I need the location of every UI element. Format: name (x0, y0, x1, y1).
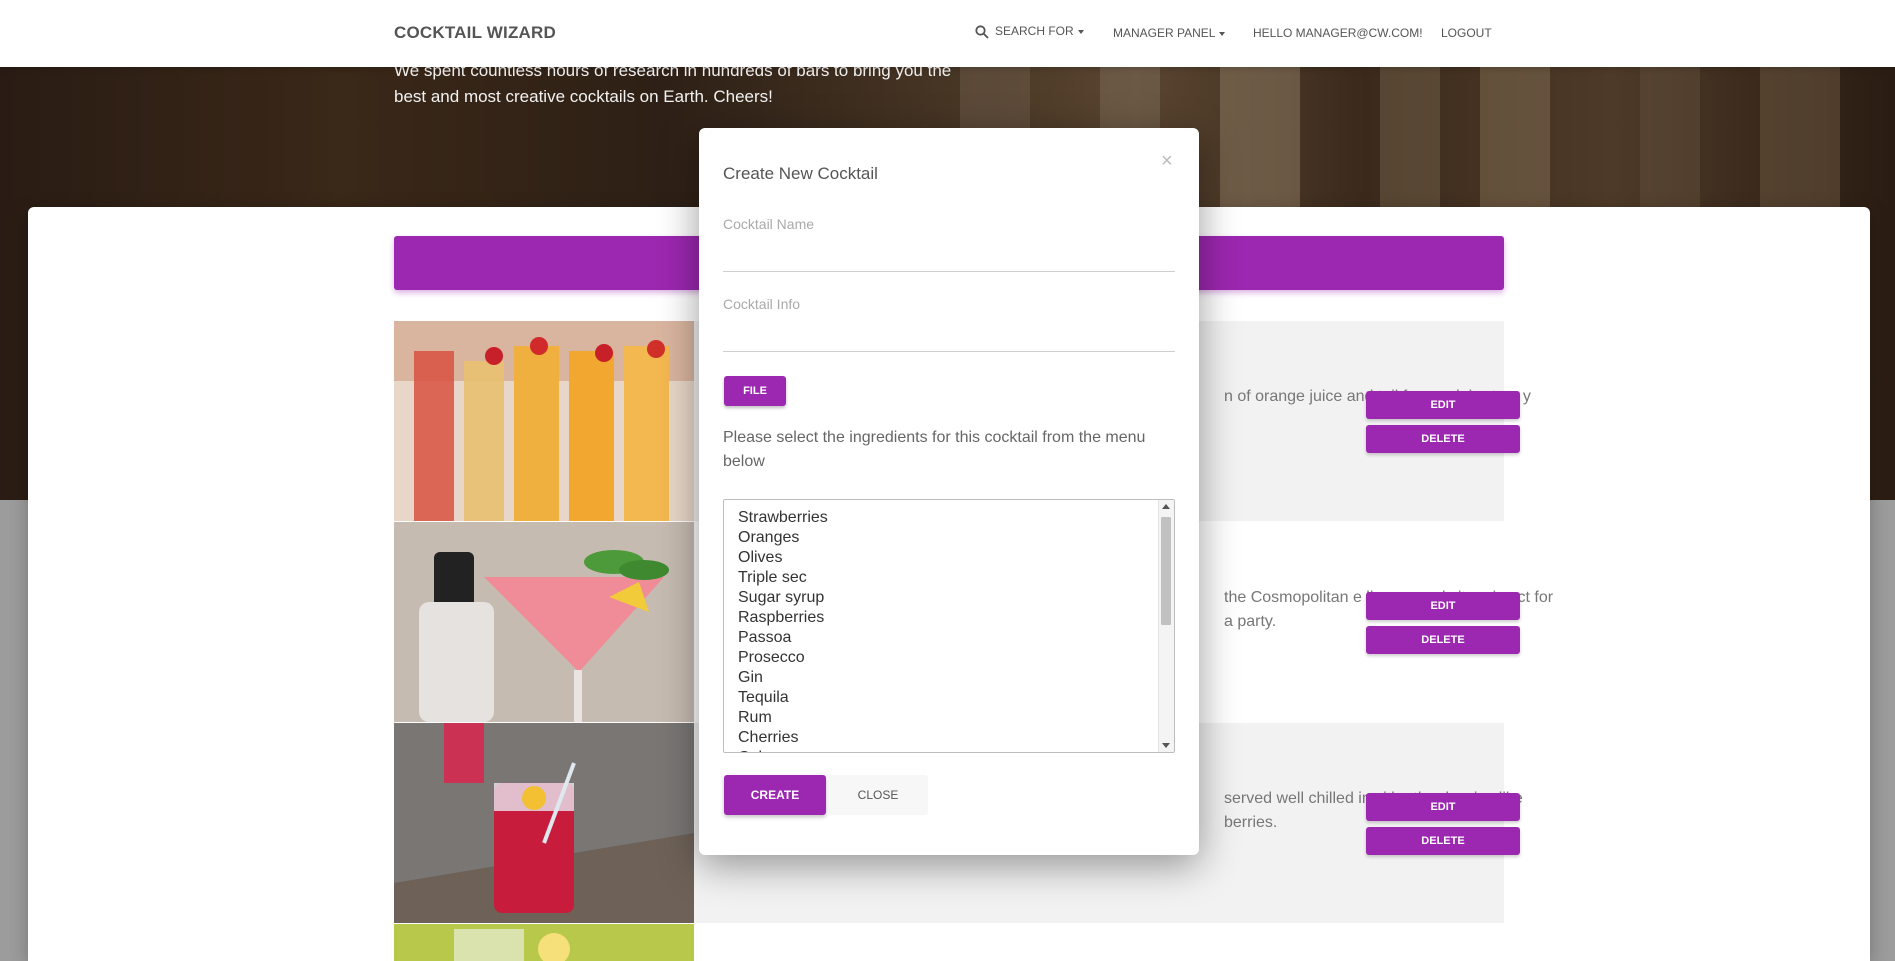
ingredient-option[interactable]: Rum (738, 708, 1174, 728)
cocktail-name-input[interactable] (723, 244, 1175, 272)
file-upload-button[interactable]: FILE (724, 376, 786, 406)
ingredients-listbox[interactable]: Strawberries Oranges Olives Triple sec Sugar… (723, 499, 1175, 753)
ingredient-option[interactable]: Raspberries (738, 608, 1174, 628)
ingredient-option[interactable]: Olives (738, 548, 1174, 568)
ingredient-option[interactable]: Gin (738, 668, 1174, 688)
scrollbar-thumb[interactable] (1161, 517, 1171, 625)
ingredient-option[interactable]: Passoa (738, 628, 1174, 648)
ingredients-list: Strawberries Oranges Olives Triple sec Sugar… (724, 500, 1174, 752)
listbox-scrollbar[interactable] (1158, 500, 1174, 752)
ingredient-option[interactable]: Tequila (738, 688, 1174, 708)
cocktail-info-input[interactable] (723, 324, 1175, 352)
cocktail-info-label: Cocktail Info (723, 296, 801, 312)
ingredient-option[interactable]: Triple sec (738, 568, 1174, 588)
create-button[interactable]: CREATE (724, 775, 826, 815)
ingredient-option[interactable]: Sugar syrup (738, 588, 1174, 608)
scroll-down-icon[interactable] (1162, 743, 1170, 748)
create-cocktail-modal: Create New Cocktail × Cocktail Name Cock… (699, 128, 1199, 855)
ingredient-option[interactable]: Oranges (738, 528, 1174, 548)
ingredient-option[interactable]: Prosecco (738, 648, 1174, 668)
ingredient-option[interactable]: Strawberries (738, 508, 1174, 528)
modal-title: Create New Cocktail (723, 164, 878, 183)
close-icon[interactable]: × (1161, 150, 1173, 173)
ingredients-instructions: Please select the ingredients for this c… (723, 429, 1146, 470)
close-button[interactable]: CLOSE (828, 775, 928, 815)
ingredient-option[interactable]: Cherries (738, 728, 1174, 748)
cocktail-name-label: Cocktail Name (723, 216, 815, 232)
ingredient-option[interactable]: Coke (738, 748, 1174, 752)
scroll-up-icon[interactable] (1162, 504, 1170, 509)
